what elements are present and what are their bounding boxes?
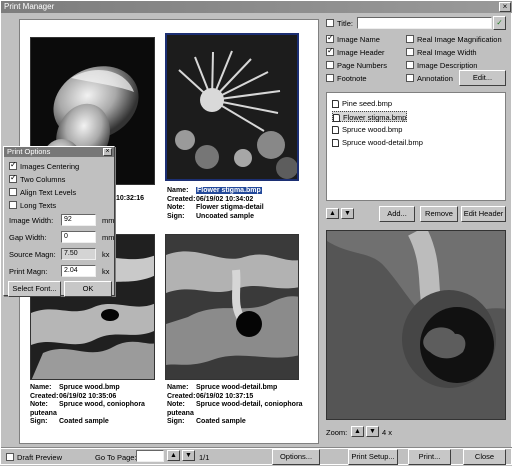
list-item[interactable]: Spruce wood.bmp xyxy=(332,124,402,135)
image-name-checkbox[interactable]: Image Name xyxy=(326,33,380,45)
print-magn-field[interactable]: 2.04 xyxy=(61,265,96,277)
annotation-checkbox[interactable]: Annotation xyxy=(406,74,453,84)
pine-seed-time: 10:32:16 xyxy=(116,195,145,202)
document-icon xyxy=(332,126,339,135)
image-width-field[interactable]: 92 xyxy=(61,214,96,226)
source-magn-label: Source Magn: xyxy=(9,250,56,259)
move-down-icon[interactable]: ▼ xyxy=(341,208,354,219)
zoom-value: 4 x xyxy=(382,428,393,437)
document-icon xyxy=(332,139,339,148)
zoom-preview xyxy=(326,230,506,420)
print-setup-button[interactable]: Print Setup... xyxy=(348,449,398,465)
spruce-wood-detail-image xyxy=(165,234,299,380)
document-icon xyxy=(332,100,339,109)
long-texts-checkbox[interactable]: Long Texts xyxy=(9,201,56,211)
print-magn-label: Print Magn: xyxy=(9,267,48,276)
footnote-checkbox[interactable]: Footnote xyxy=(326,74,367,84)
previous-page-icon[interactable]: ▲ xyxy=(167,450,180,461)
real-image-magnification-checkbox[interactable]: Real Image Magnification xyxy=(406,35,502,45)
page-count: 1/1 xyxy=(199,453,210,462)
source-magn-field: 7.50 xyxy=(61,248,96,260)
bottom-toolbar: Draft Preview Go To Page: ▲ ▼ 1/1 Option… xyxy=(1,447,512,466)
print-options-dialog: Print Options × Images Centering Two Col… xyxy=(3,146,115,297)
document-icon xyxy=(333,114,340,123)
flower-stigma-image[interactable] xyxy=(165,33,299,181)
title-input[interactable] xyxy=(357,17,492,29)
gap-width-label: Gap Width: xyxy=(9,233,47,242)
list-item[interactable]: Spruce wood-detail.bmp xyxy=(332,137,423,148)
print-button[interactable]: Print... xyxy=(408,449,451,465)
print-manager-window: Print Manager × Name: Flower stigma.bmp … xyxy=(0,0,512,465)
spruce-wood-detail-caption: Name: Spruce wood-detail.bmp Created:06/1… xyxy=(167,384,303,426)
add-button[interactable]: Add... xyxy=(379,206,415,222)
selected-image-name[interactable]: Flower stigma.bmp xyxy=(196,187,262,194)
edit-button[interactable]: Edit... xyxy=(459,70,506,86)
options-button[interactable]: Options... xyxy=(272,449,320,465)
print-options-title: Print Options xyxy=(4,147,114,157)
gap-width-field[interactable]: 0 xyxy=(61,231,96,243)
remove-button[interactable]: Remove xyxy=(420,206,458,222)
title-checkbox[interactable]: Title: xyxy=(326,19,353,29)
flower-caption: Name: Flower stigma.bmp Created:06/19/02 … xyxy=(167,187,264,220)
image-width-label: Image Width: xyxy=(9,216,54,225)
close-button[interactable]: Close xyxy=(463,449,506,465)
page-number-field[interactable] xyxy=(136,450,164,462)
images-centering-checkbox[interactable]: Images Centering xyxy=(9,160,79,172)
align-text-levels-checkbox[interactable]: Align Text Levels xyxy=(9,188,76,198)
two-columns-checkbox[interactable]: Two Columns xyxy=(9,173,65,185)
zoom-out-icon[interactable]: ▼ xyxy=(366,426,379,437)
image-header-checkbox[interactable]: Image Header xyxy=(326,46,385,58)
ok-button[interactable]: OK xyxy=(64,281,112,297)
go-to-page-label: Go To Page: xyxy=(95,453,137,462)
list-item-selected[interactable]: Flower stigma.bmp xyxy=(332,111,408,123)
window-close-icon[interactable]: × xyxy=(499,2,511,12)
next-page-icon[interactable]: ▼ xyxy=(182,450,195,461)
edit-header-button[interactable]: Edit Header xyxy=(461,206,506,222)
confirm-title-icon[interactable]: ✓ xyxy=(493,16,506,30)
spruce-wood-caption: Name: Spruce wood.bmp Created:06/19/02 10… xyxy=(30,384,145,426)
print-options-close-icon[interactable]: × xyxy=(103,148,112,156)
zoom-in-icon[interactable]: ▲ xyxy=(351,426,364,437)
window-titlebar: Print Manager × xyxy=(1,1,512,13)
real-image-width-checkbox[interactable]: Real Image Width xyxy=(406,48,477,58)
page-numbers-checkbox[interactable]: Page Numbers xyxy=(326,61,387,71)
zoom-label: Zoom: xyxy=(326,428,348,437)
list-item[interactable]: Pine seed.bmp xyxy=(332,98,392,109)
select-font-button[interactable]: Select Font... xyxy=(8,281,61,297)
window-title: Print Manager xyxy=(4,2,55,11)
move-up-icon[interactable]: ▲ xyxy=(326,208,339,219)
draft-preview-checkbox[interactable]: Draft Preview xyxy=(6,453,62,463)
image-file-list[interactable]: Pine seed.bmp Flower stigma.bmp Spruce w… xyxy=(326,92,506,201)
